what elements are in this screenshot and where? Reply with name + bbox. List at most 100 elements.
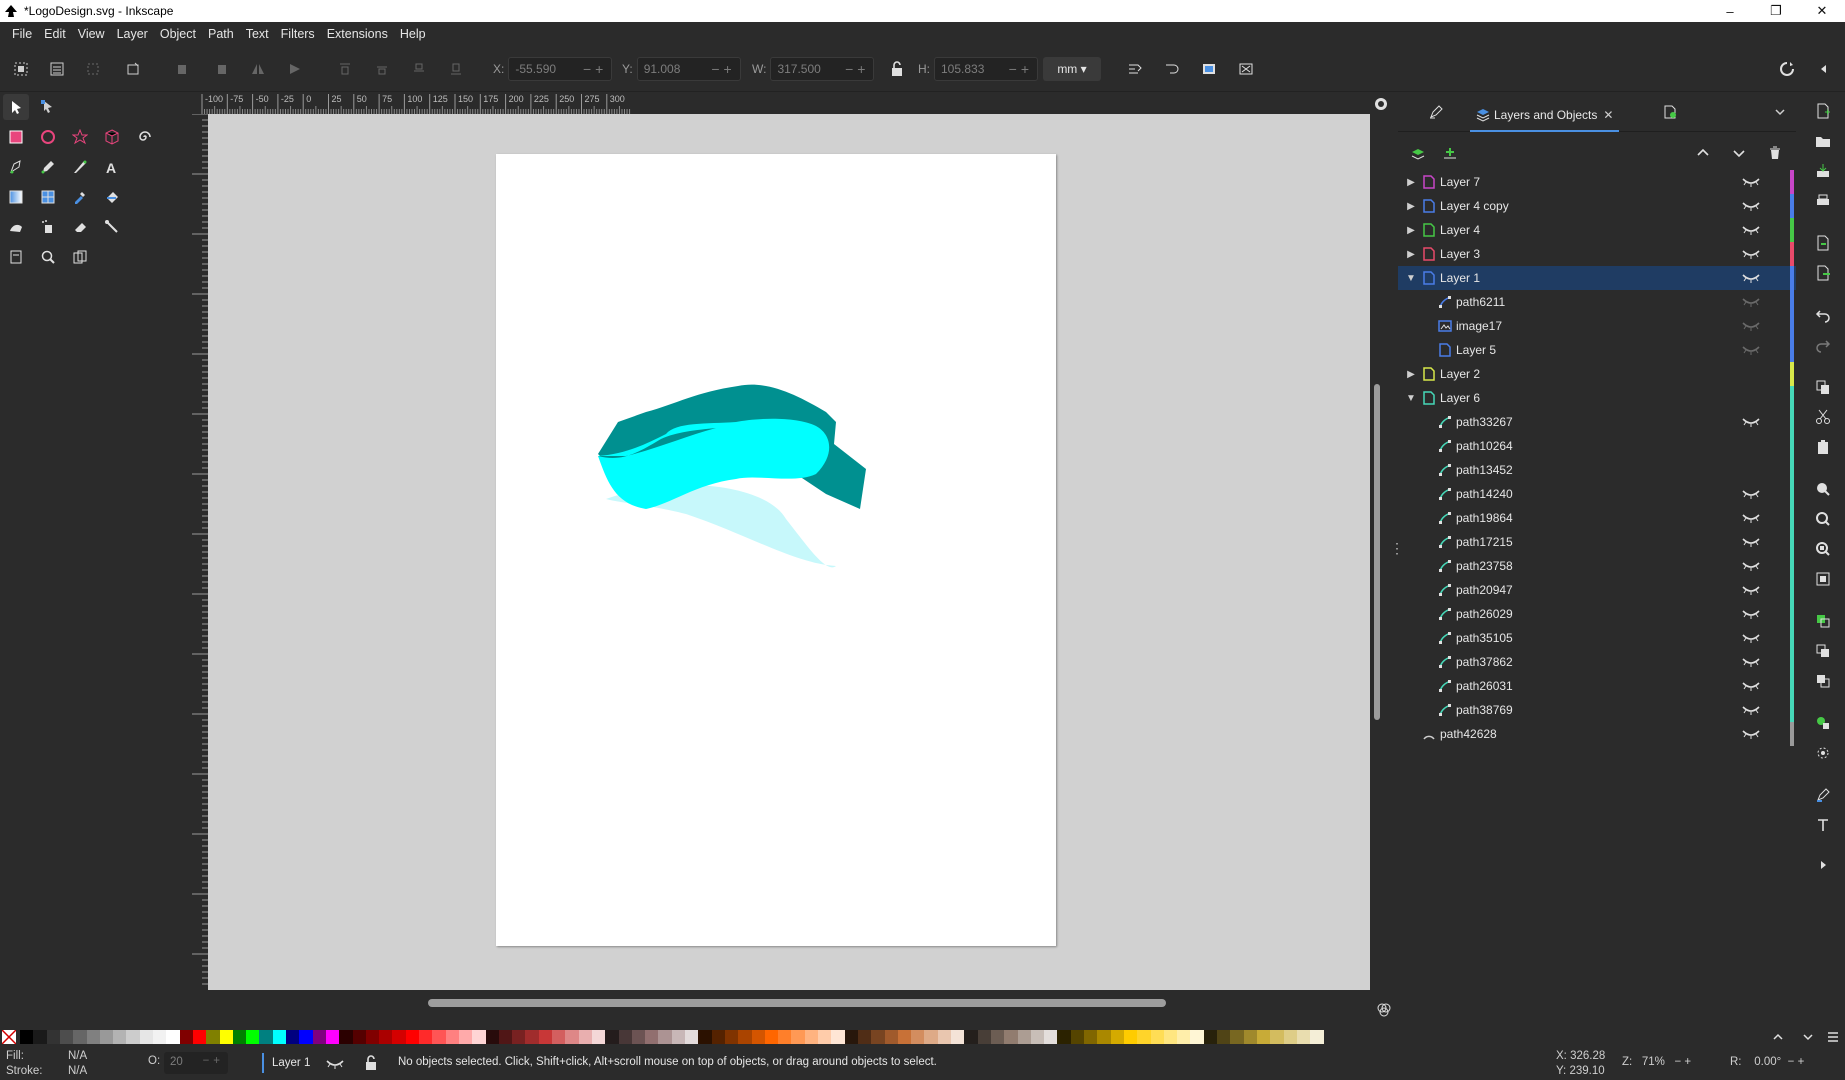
- palette-swatch[interactable]: [485, 1030, 500, 1044]
- zoom-fit-icon[interactable]: [1373, 96, 1389, 112]
- layer-row[interactable]: ▼ Layer 1: [1398, 266, 1796, 290]
- object-row[interactable]: path26031: [1398, 674, 1796, 698]
- palette-swatch[interactable]: [591, 1030, 606, 1044]
- pen-tool[interactable]: [3, 154, 29, 180]
- zoom-control[interactable]: Z: 71% − +: [1622, 1056, 1691, 1068]
- expand-arrow-icon[interactable]: ▶: [1406, 369, 1416, 380]
- rectangle-tool[interactable]: [3, 124, 29, 150]
- visibility-toggle-icon[interactable]: [1742, 584, 1760, 596]
- palette-swatch[interactable]: [1217, 1030, 1231, 1044]
- color-management-icon[interactable]: [1376, 1002, 1392, 1018]
- touch-select-icon[interactable]: [122, 58, 144, 80]
- zoom-out-icon[interactable]: −: [1674, 1056, 1681, 1068]
- tweak-tool[interactable]: [3, 214, 29, 240]
- mesh-tool[interactable]: [35, 184, 61, 210]
- rotate-ccw-icon[interactable]: [172, 58, 194, 80]
- redo-icon[interactable]: [1812, 334, 1834, 356]
- layer-lock-icon[interactable]: [364, 1055, 378, 1071]
- horizontal-scrollbar[interactable]: [428, 999, 1166, 1007]
- palette-swatch[interactable]: [578, 1030, 593, 1044]
- palette-swatch[interactable]: [645, 1030, 660, 1044]
- visibility-toggle-icon[interactable]: [1742, 560, 1760, 572]
- move-down-icon[interactable]: [1732, 146, 1746, 160]
- dropper-tool[interactable]: [67, 184, 93, 210]
- selector-tool[interactable]: [3, 94, 29, 120]
- object-row[interactable]: path19864: [1398, 506, 1796, 530]
- menu-file[interactable]: File: [6, 27, 38, 41]
- palette-swatch[interactable]: [631, 1030, 646, 1044]
- visibility-toggle-icon[interactable]: [1742, 632, 1760, 644]
- palette-swatch[interactable]: [179, 1030, 194, 1044]
- expand-arrow-icon[interactable]: ▶: [1406, 249, 1416, 260]
- menu-help[interactable]: Help: [394, 27, 432, 41]
- palette-swatch[interactable]: [871, 1030, 886, 1044]
- palette-swatch[interactable]: [1177, 1030, 1192, 1044]
- tab-layers-and-objects[interactable]: Layers and Objects ✕: [1470, 100, 1620, 132]
- palette-swatch[interactable]: [911, 1030, 926, 1044]
- palette-swatch[interactable]: [698, 1030, 713, 1044]
- object-row[interactable]: path38769: [1398, 698, 1796, 722]
- rotate-cw-icon[interactable]: [210, 58, 232, 80]
- palette-swatch[interactable]: [472, 1030, 487, 1044]
- zoom-selection-icon[interactable]: [1812, 478, 1834, 500]
- menu-text[interactable]: Text: [240, 27, 275, 41]
- unit-select[interactable]: mm ▾: [1043, 57, 1101, 81]
- palette-swatch[interactable]: [685, 1030, 699, 1044]
- palette-swatch[interactable]: [153, 1030, 167, 1044]
- w-input[interactable]: 317.500 −+: [770, 57, 875, 81]
- collapse-arrow-icon[interactable]: ▼: [1406, 393, 1416, 404]
- palette-swatch[interactable]: [192, 1030, 207, 1044]
- object-row[interactable]: path6211: [1398, 290, 1796, 314]
- visibility-toggle-icon[interactable]: [1742, 656, 1760, 668]
- palette-swatch[interactable]: [884, 1030, 899, 1044]
- expand-arrow-icon[interactable]: ▶: [1406, 225, 1416, 236]
- palette-swatch[interactable]: [1190, 1030, 1205, 1044]
- object-row[interactable]: path37862: [1398, 650, 1796, 674]
- pencil-tool[interactable]: [35, 154, 61, 180]
- palette-swatch[interactable]: [259, 1030, 274, 1044]
- rotate-ccw-step-icon[interactable]: −: [1788, 1056, 1795, 1068]
- palette-swatch[interactable]: [1017, 1030, 1032, 1044]
- save-document-icon[interactable]: [1812, 160, 1834, 182]
- menu-view[interactable]: View: [72, 27, 111, 41]
- palette-swatch[interactable]: [525, 1030, 540, 1044]
- ungroup-icon[interactable]: [1812, 742, 1834, 764]
- palette-swatch[interactable]: [86, 1030, 101, 1044]
- palette-swatch[interactable]: [113, 1030, 128, 1044]
- connector-tool[interactable]: [99, 214, 125, 240]
- menu-edit[interactable]: Edit: [38, 27, 72, 41]
- fill-stroke-tab-icon[interactable]: [1428, 104, 1444, 120]
- palette-swatch[interactable]: [1110, 1030, 1125, 1044]
- collapse-arrow-icon[interactable]: [1813, 58, 1835, 80]
- palette-swatch[interactable]: [605, 1030, 620, 1044]
- text-font-icon[interactable]: [1812, 814, 1834, 836]
- spiral-tool[interactable]: [131, 124, 157, 150]
- minimize-button[interactable]: –: [1707, 0, 1753, 22]
- current-layer-selector[interactable]: Layer 1: [262, 1053, 310, 1073]
- palette-swatch[interactable]: [738, 1030, 753, 1044]
- add-layer-icon[interactable]: [1442, 146, 1458, 162]
- open-document-icon[interactable]: [1812, 130, 1834, 152]
- palette-swatch[interactable]: [166, 1030, 181, 1044]
- object-row[interactable]: path17215: [1398, 530, 1796, 554]
- h-stepper-icon[interactable]: −+: [1009, 61, 1033, 77]
- unlink-clone-icon[interactable]: [1812, 670, 1834, 692]
- undo-icon[interactable]: [1812, 304, 1834, 326]
- palette-swatch[interactable]: [206, 1030, 221, 1044]
- palette-swatch[interactable]: [724, 1030, 739, 1044]
- palette-swatch[interactable]: [711, 1030, 726, 1044]
- palette-swatch[interactable]: [392, 1030, 407, 1044]
- palette-swatch[interactable]: [1163, 1030, 1178, 1044]
- snap-toggle-icon[interactable]: [1776, 58, 1798, 80]
- object-row[interactable]: path35105: [1398, 626, 1796, 650]
- object-row[interactable]: path20947: [1398, 578, 1796, 602]
- palette-swatch[interactable]: [924, 1030, 939, 1044]
- expand-more-icon[interactable]: [1812, 854, 1834, 876]
- palette-swatch[interactable]: [857, 1030, 872, 1044]
- no-paint-swatch-icon[interactable]: [2, 1030, 16, 1044]
- palette-scroll-down-icon[interactable]: [1802, 1031, 1814, 1043]
- palette-swatch[interactable]: [512, 1030, 527, 1044]
- palette-swatch[interactable]: [671, 1030, 686, 1044]
- object-row[interactable]: path26029: [1398, 602, 1796, 626]
- palette-swatch[interactable]: [618, 1030, 633, 1044]
